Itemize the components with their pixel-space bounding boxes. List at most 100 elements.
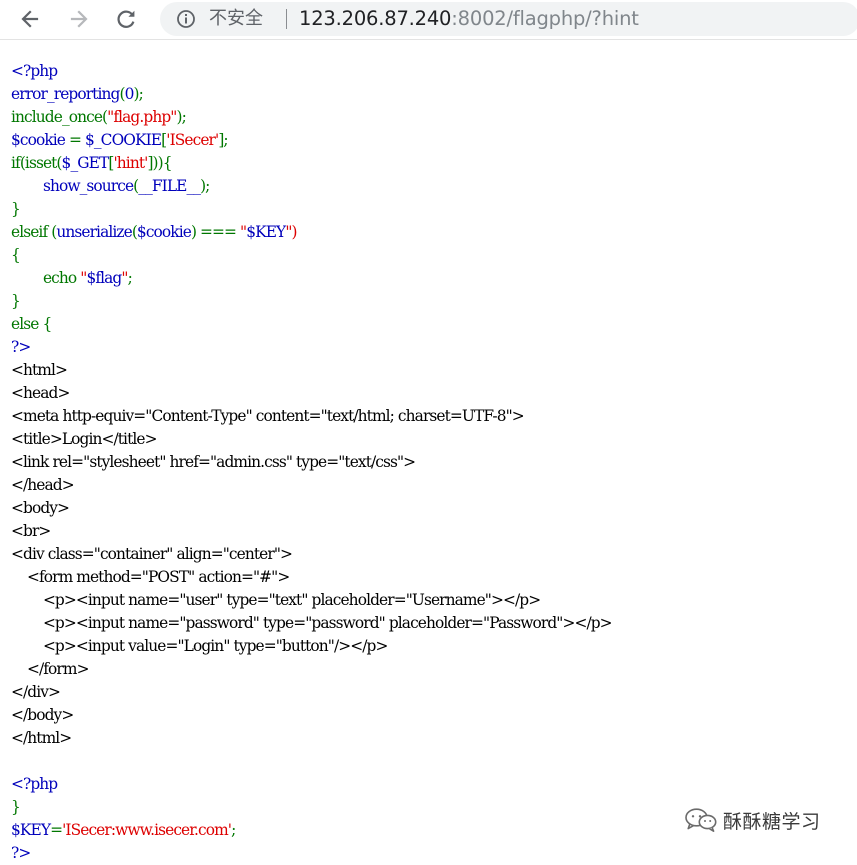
source-token: unserialize <box>56 223 132 241</box>
omnibox-divider <box>286 9 287 29</box>
source-line: ?> <box>11 336 612 359</box>
source-token: <br> <box>11 522 51 540</box>
source-line: <br> <box>11 520 612 543</box>
source-line: <meta http-equiv="Content-Type" content=… <box>11 405 612 428</box>
source-token: $flag <box>86 269 122 287</box>
info-circle-icon[interactable] <box>176 9 196 29</box>
php-source-listing: <?php error_reporting(0); include_once("fl… <box>11 60 613 865</box>
address-bar[interactable]: 不安全 123.206.87.240:8002/flagphp/?hint <box>160 2 857 36</box>
source-token: ])){ <box>147 154 172 172</box>
source-token: <html> <box>11 361 68 379</box>
source-token: } <box>11 200 21 218</box>
source-token: { <box>42 315 52 333</box>
source-token: ); <box>133 85 143 103</box>
watermark: 酥酥糖学习 <box>684 807 821 833</box>
source-token: ; <box>127 269 133 287</box>
source-line: <head> <box>11 382 612 405</box>
source-line: <form method="POST" action="#"> <box>11 566 612 589</box>
security-status-text[interactable]: 不安全 <box>209 8 263 30</box>
source-token: ]; <box>218 131 228 149</box>
source-token <box>11 177 43 195</box>
source-token: <title>Login</title> <box>11 430 157 448</box>
watermark-text: 酥酥糖学习 <box>723 810 821 833</box>
source-token: <p><input name="password" type="password… <box>11 614 613 632</box>
source-token: echo <box>11 269 81 287</box>
source-line: </head> <box>11 474 612 497</box>
source-token: <meta http-equiv="Content-Type" content=… <box>11 407 525 425</box>
source-token: $_COOKIE <box>85 131 162 149</box>
source-token: ?> <box>11 338 31 356</box>
source-token: ); <box>200 177 210 195</box>
url-path: :8002/flagphp/?hint <box>451 7 639 30</box>
source-line: <?php <box>11 773 612 796</box>
arrow-right-icon <box>70 10 88 28</box>
source-token: ?> <box>11 844 31 862</box>
source-token: { <box>11 246 21 264</box>
source-token: </div> <box>11 683 61 701</box>
source-line: <p><input name="user" type="text" placeh… <box>11 589 612 612</box>
source-token: </form> <box>11 660 89 678</box>
back-button[interactable] <box>15 4 45 34</box>
source-line: <html> <box>11 359 612 382</box>
source-token: </body> <box>11 706 74 724</box>
url-host: 123.206.87.240 <box>299 7 452 30</box>
reload-button[interactable] <box>111 4 141 34</box>
source-token: <body> <box>11 499 70 517</box>
source-token: 'ISecer:www.isecer.com' <box>62 821 232 839</box>
source-token: = <box>50 821 63 839</box>
source-line: error_reporting(0); <box>11 83 612 106</box>
source-token: = <box>69 131 85 149</box>
source-token: <p><input value="Login" type="button"/><… <box>11 637 388 655</box>
source-line: </body> <box>11 704 612 727</box>
source-token: else <box>11 315 43 333</box>
wechat-icon <box>685 808 717 832</box>
source-line: { <box>11 244 612 267</box>
source-token: <div class="container" align="center"> <box>11 545 293 563</box>
source-token: $KEY <box>246 223 286 241</box>
source-token: $_GET <box>61 154 110 172</box>
source-token: $KEY <box>11 821 51 839</box>
source-token: <head> <box>11 384 70 402</box>
source-token: elseif <box>11 223 52 241</box>
reload-icon <box>117 10 135 28</box>
source-token: 'ISecer' <box>166 131 219 149</box>
source-line: <title>Login</title> <box>11 428 612 451</box>
source-line: </div> <box>11 681 612 704</box>
source-line: else { <box>11 313 612 336</box>
source-token: ") <box>285 223 297 241</box>
source-line: include_once("flag.php"); <box>11 106 612 129</box>
source-token: <form method="POST" action="#"> <box>11 568 290 586</box>
source-token: error_reporting <box>11 85 120 103</box>
source-line: echo "$flag"; <box>11 267 612 290</box>
source-line <box>11 750 612 773</box>
source-line: <link rel="stylesheet" href="admin.css" … <box>11 451 612 474</box>
source-line: $KEY='ISecer:www.isecer.com'; <box>11 819 612 842</box>
source-token: } <box>11 292 21 310</box>
source-line: if(isset($_GET['hint'])){ <box>11 152 612 175</box>
arrow-left-icon <box>21 10 39 28</box>
source-token: ) <box>190 223 201 241</box>
url-text[interactable]: 123.206.87.240:8002/flagphp/?hint <box>299 7 639 31</box>
source-line: <?php <box>11 60 612 83</box>
source-line: <body> <box>11 497 612 520</box>
source-token: </head> <box>11 476 75 494</box>
source-token: $cookie <box>136 223 192 241</box>
source-line: } <box>11 290 612 313</box>
source-token: if(isset( <box>11 154 62 172</box>
source-line: ?> <box>11 842 612 865</box>
source-line: $cookie = $_COOKIE['ISecer']; <box>11 129 612 152</box>
source-line: show_source(__FILE__); <box>11 175 612 198</box>
source-line: <p><input name="password" type="password… <box>11 612 613 635</box>
source-token: === <box>200 223 241 241</box>
source-token: __FILE__ <box>138 177 201 195</box>
source-token: $cookie <box>11 131 69 149</box>
source-line: </form> <box>11 658 612 681</box>
source-line: <div class="container" align="center"> <box>11 543 612 566</box>
forward-button[interactable] <box>64 4 94 34</box>
source-line: <p><input value="Login" type="button"/><… <box>11 635 612 658</box>
source-line: } <box>11 796 612 819</box>
source-token: ; <box>231 821 236 839</box>
source-token: } <box>11 798 21 816</box>
source-token: <p><input name="user" type="text" placeh… <box>11 591 541 609</box>
source-token: ); <box>176 108 186 126</box>
